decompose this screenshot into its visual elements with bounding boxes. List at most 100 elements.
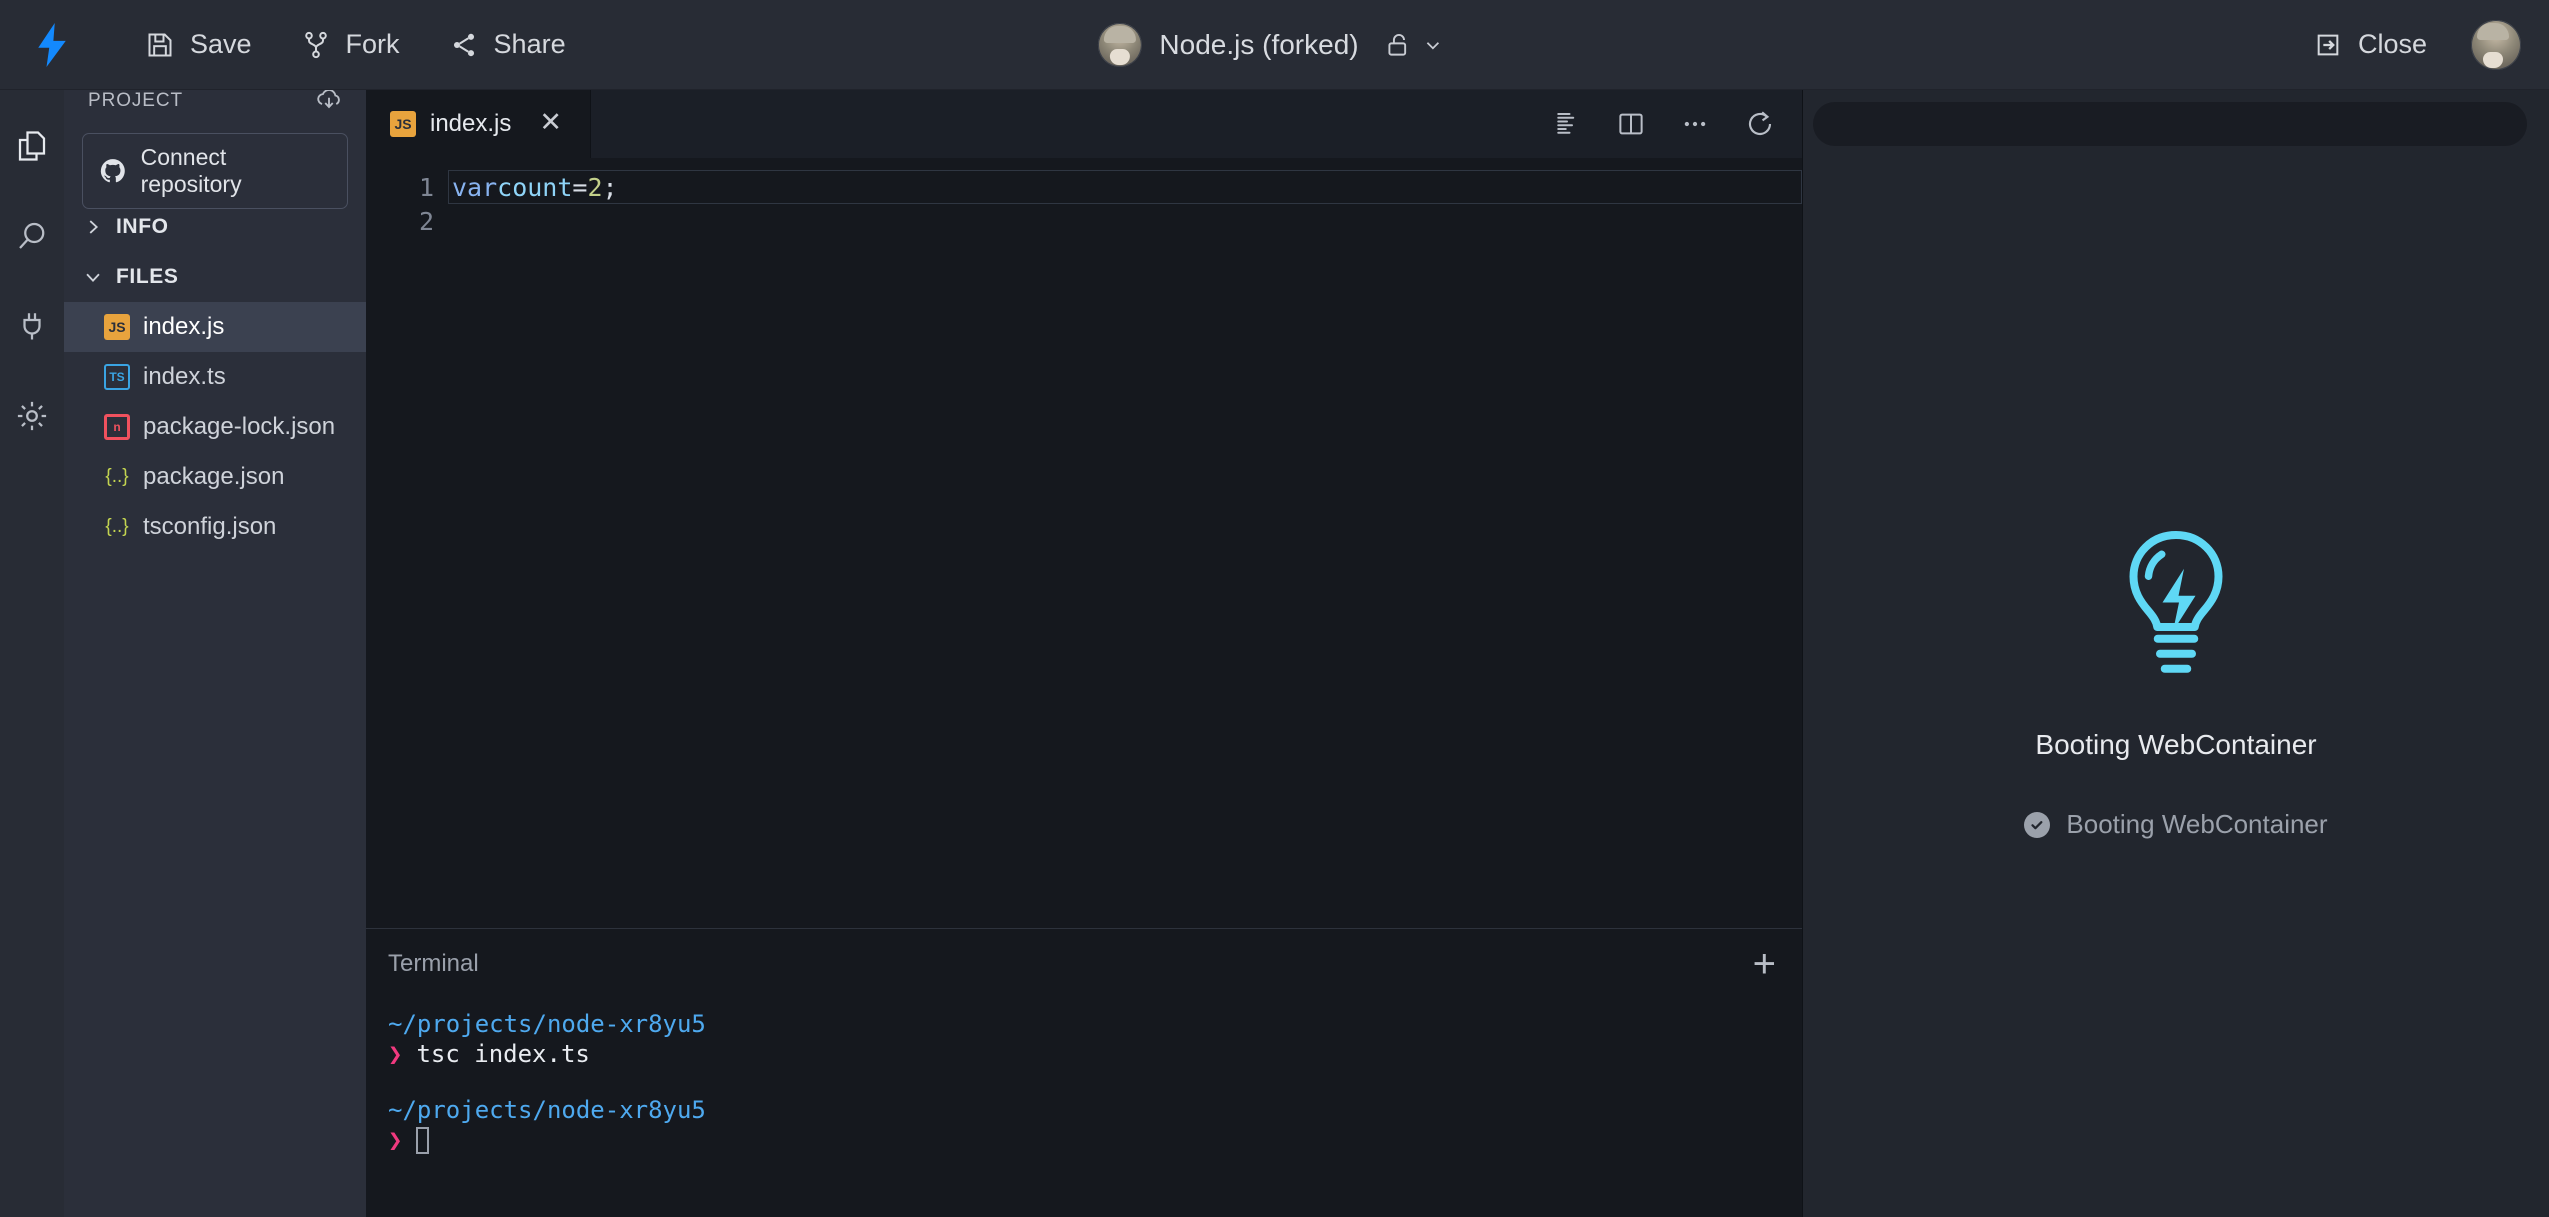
sidebar-header-row: PROJECT xyxy=(82,84,348,133)
format-code-button[interactable] xyxy=(1552,109,1582,139)
tab-index-js[interactable]: JS index.js ✕ xyxy=(366,90,591,158)
fork-button-label: Fork xyxy=(345,29,400,59)
preview-content: Booting WebContainer Booting WebContaine… xyxy=(1803,158,2549,1217)
activity-item-files[interactable] xyxy=(0,112,64,180)
gear-icon xyxy=(17,401,47,431)
sidebar-section-info[interactable]: INFO xyxy=(64,202,366,252)
line-number: 2 xyxy=(418,206,434,236)
ellipsis-icon xyxy=(1684,121,1706,127)
save-button-label: Save xyxy=(190,29,252,59)
sidebar-section-files[interactable]: FILES xyxy=(64,252,366,302)
fork-button[interactable]: Fork xyxy=(282,19,420,70)
sidebar-title: PROJECT xyxy=(88,90,183,111)
connect-repository-label: Connect repository xyxy=(140,143,242,197)
terminal-title: Terminal xyxy=(388,950,479,977)
file-item-label: index.js xyxy=(143,313,225,340)
terminal-prompt-icon: ❯ xyxy=(388,1040,403,1068)
npm-lock-file-icon: n xyxy=(104,414,130,440)
header-actions: Save Fork Share xyxy=(104,19,586,70)
activity-item-connect[interactable] xyxy=(0,292,64,360)
exit-arrow-icon xyxy=(2317,34,2339,55)
code-token-number: 2 xyxy=(587,172,603,202)
github-icon xyxy=(100,158,125,182)
split-panes-icon xyxy=(1619,113,1643,135)
workspace-body: PROJECT Connect repository INFO FILES JS… xyxy=(0,88,2549,1217)
project-title: Node.js (forked) xyxy=(1159,28,1359,60)
lightning-bolt-logo-icon xyxy=(38,22,66,67)
sidebar-section-files-label: FILES xyxy=(116,265,179,288)
ts-file-icon: TS xyxy=(104,364,130,390)
unlocked-padlock-icon xyxy=(1388,34,1406,56)
save-disk-icon xyxy=(148,33,172,56)
code-editor[interactable]: 1 var count = 2; 2 xyxy=(366,158,1802,929)
code-token-semicolon: ; xyxy=(602,172,618,202)
activity-item-settings[interactable] xyxy=(0,382,64,450)
connect-repository-button[interactable]: Connect repository xyxy=(82,132,348,209)
json-file-icon: {..} xyxy=(105,516,129,537)
terminal-path: ~/projects/node-xr8yu5 xyxy=(388,1096,706,1124)
stackblitz-editor-window: Save Fork Share Node.js (forked) Close P… xyxy=(0,0,2549,1217)
terminal-prompt-icon: ❯ xyxy=(388,1126,403,1154)
project-owner-avatar[interactable] xyxy=(1097,22,1142,67)
new-terminal-button[interactable]: + xyxy=(1753,944,1776,984)
code-line-content xyxy=(448,204,1802,238)
preview-url-input[interactable] xyxy=(1813,102,2527,146)
js-file-icon: JS xyxy=(390,111,416,137)
file-list: JS index.js TS index.ts n package-lock.j… xyxy=(64,302,366,552)
chevron-down-icon xyxy=(86,273,100,283)
share-button[interactable]: Share xyxy=(430,19,586,70)
project-title-group: Node.js (forked) xyxy=(1097,22,1452,67)
header-right-group: Close xyxy=(2294,19,2549,70)
terminal-command-line: ❯ xyxy=(388,1125,1778,1155)
file-item-package-lock-json[interactable]: n package-lock.json xyxy=(64,402,366,452)
code-token-operator: = xyxy=(572,172,588,202)
code-line-2[interactable]: 2 xyxy=(366,204,1802,238)
json-file-icon: {..} xyxy=(105,466,129,487)
tab-close-icon[interactable]: ✕ xyxy=(525,108,568,140)
boot-status-row: Booting WebContainer xyxy=(2024,809,2328,840)
file-item-label: package.json xyxy=(143,463,285,490)
reload-button[interactable] xyxy=(1744,108,1776,140)
terminal-header: Terminal + xyxy=(366,929,1802,999)
code-line-content: var count = 2; xyxy=(448,170,1802,204)
reload-circular-arrow-icon xyxy=(1748,111,1772,136)
activity-bar xyxy=(0,90,64,1217)
terminal-path: ~/projects/node-xr8yu5 xyxy=(388,1010,706,1038)
terminal-entry: ~/projects/node-xr8yu5 ❯ tsc index.ts xyxy=(388,1009,1778,1069)
share-nodes-icon xyxy=(453,33,474,56)
close-button[interactable]: Close xyxy=(2294,19,2447,70)
js-file-icon: JS xyxy=(104,314,130,340)
top-header-bar: Save Fork Share Node.js (forked) Close xyxy=(0,0,2549,90)
share-button-label: Share xyxy=(493,29,566,59)
check-circle-icon xyxy=(2024,811,2051,838)
file-item-package-json[interactable]: {..} package.json xyxy=(64,452,366,502)
editor-column: JS index.js ✕ 1 var count = 2 ; 2 Termin… xyxy=(366,90,1803,1217)
split-editor-button[interactable] xyxy=(1616,109,1646,139)
file-item-index-ts[interactable]: TS index.ts xyxy=(64,352,366,402)
fork-branch-icon xyxy=(304,31,327,58)
line-number: 1 xyxy=(418,172,434,202)
prettier-format-icon xyxy=(1557,113,1575,134)
file-item-label: tsconfig.json xyxy=(143,513,277,540)
lightbulb-bolt-icon xyxy=(2111,525,2241,695)
terminal-command-line: ❯ tsc index.ts xyxy=(388,1039,1778,1069)
plug-icon xyxy=(23,313,41,340)
more-options-button[interactable] xyxy=(1680,109,1710,139)
file-item-tsconfig-json[interactable]: {..} tsconfig.json xyxy=(64,502,366,552)
app-logo[interactable] xyxy=(0,0,104,90)
activity-item-search[interactable] xyxy=(0,202,64,270)
save-button[interactable]: Save xyxy=(126,19,272,70)
sidebar-section-info-label: INFO xyxy=(116,215,169,238)
file-item-index-js[interactable]: JS index.js xyxy=(64,302,366,352)
preview-toolbar xyxy=(1803,90,2549,158)
chevron-right-icon xyxy=(89,220,99,234)
sidebar-header: PROJECT Connect repository xyxy=(64,88,366,209)
user-avatar[interactable] xyxy=(2471,19,2521,70)
boot-status-label: Booting WebContainer xyxy=(2066,809,2328,839)
code-line-1[interactable]: 1 var count = 2; xyxy=(366,170,1802,204)
visibility-dropdown[interactable] xyxy=(1377,25,1452,64)
boot-title: Booting WebContainer xyxy=(2035,729,2317,760)
terminal-output[interactable]: ~/projects/node-xr8yu5 ❯ tsc index.ts ~/… xyxy=(366,999,1802,1217)
terminal-entry: ~/projects/node-xr8yu5 ❯ xyxy=(388,1095,1778,1155)
code-token-keyword: var xyxy=(452,172,498,202)
